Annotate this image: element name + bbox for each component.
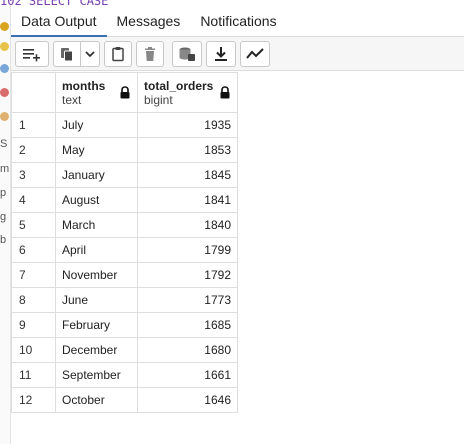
tab-data-output[interactable]: Data Output	[11, 13, 107, 37]
table-row[interactable]: 8 June 1773	[11, 287, 238, 313]
row-number-cell[interactable]: 9	[11, 312, 56, 338]
row-number-cell[interactable]: 7	[11, 262, 56, 288]
background-letter-4: b	[0, 234, 7, 246]
copy-button-group	[53, 40, 100, 67]
total-orders-cell[interactable]: 1841	[137, 187, 238, 213]
row-number-cell[interactable]: 10	[11, 337, 56, 363]
column-type: bigint	[144, 92, 173, 107]
background-link-icon	[0, 64, 9, 73]
background-func-icon	[0, 112, 9, 121]
total-orders-cell[interactable]: 1773	[137, 287, 238, 313]
paste-button[interactable]	[104, 40, 132, 67]
graph-visualiser-button[interactable]	[240, 40, 270, 67]
results-table: months text total_orders bigint 1 July 1…	[11, 72, 238, 413]
add-row-button[interactable]	[15, 40, 49, 67]
background-letter-0: S	[0, 138, 8, 150]
column-header-months[interactable]: months text	[55, 72, 138, 113]
months-cell[interactable]: March	[55, 212, 138, 238]
background-letter-2: p	[0, 187, 7, 199]
total-orders-cell[interactable]: 1840	[137, 212, 238, 238]
results-table-body: 1 July 1935 2 May 1853 3 January 1845 4 August 1841…	[11, 112, 238, 413]
months-cell[interactable]: February	[55, 312, 138, 338]
lock-icon	[220, 86, 230, 99]
table-row[interactable]: 2 May 1853	[11, 137, 238, 163]
row-number-cell[interactable]: 6	[11, 237, 56, 263]
table-row[interactable]: 1 July 1935	[11, 112, 238, 138]
background-table-icon	[0, 88, 9, 97]
table-row[interactable]: 11 September 1661	[11, 362, 238, 388]
background-schema-icon	[0, 42, 9, 51]
row-number-cell[interactable]: 12	[11, 387, 56, 413]
lock-icon	[120, 86, 130, 99]
total-orders-cell[interactable]: 1853	[137, 137, 238, 163]
row-number-cell[interactable]: 5	[11, 212, 56, 238]
download-icon	[215, 46, 227, 61]
add-row-icon	[23, 48, 40, 61]
column-name: months	[62, 78, 106, 93]
table-row[interactable]: 6 April 1799	[11, 237, 238, 263]
copy-icon	[61, 47, 73, 61]
months-cell[interactable]: May	[55, 137, 138, 163]
paste-icon	[112, 46, 124, 61]
column-name: total_orders	[144, 78, 214, 93]
copy-options-dropdown[interactable]	[80, 40, 100, 67]
copy-button[interactable]	[53, 40, 81, 67]
download-button[interactable]	[206, 40, 236, 67]
table-row[interactable]: 7 November 1792	[11, 262, 238, 288]
total-orders-cell[interactable]: 1799	[137, 237, 238, 263]
delete-icon	[145, 46, 155, 61]
save-data-icon	[179, 47, 195, 61]
graph-icon	[246, 47, 264, 59]
dropdown-chevron-icon	[85, 50, 95, 57]
months-cell[interactable]: July	[55, 112, 138, 138]
months-cell[interactable]: December	[55, 337, 138, 363]
row-number-cell[interactable]: 8	[11, 287, 56, 313]
table-row[interactable]: 9 February 1685	[11, 312, 238, 338]
row-number-cell[interactable]: 4	[11, 187, 56, 213]
table-row[interactable]: 5 March 1840	[11, 212, 238, 238]
column-type: text	[62, 92, 82, 107]
tab-notifications[interactable]: Notifications	[190, 13, 286, 36]
background-letter-1: m	[0, 163, 10, 175]
results-panel: Data Output Messages Notifications month…	[10, 5, 464, 444]
total-orders-cell[interactable]: 1646	[137, 387, 238, 413]
results-grid: months text total_orders bigint 1 July 1…	[11, 72, 238, 413]
months-cell[interactable]: September	[55, 362, 138, 388]
delete-button[interactable]	[136, 40, 164, 67]
save-data-button[interactable]	[172, 40, 202, 67]
results-tabs: Data Output Messages Notifications	[11, 5, 464, 37]
total-orders-cell[interactable]: 1845	[137, 162, 238, 188]
total-orders-cell[interactable]: 1680	[137, 337, 238, 363]
table-row[interactable]: 3 January 1845	[11, 162, 238, 188]
background-db-icon	[0, 22, 9, 31]
table-row[interactable]: 12 October 1646	[11, 387, 238, 413]
months-cell[interactable]: August	[55, 187, 138, 213]
row-number-cell[interactable]: 2	[11, 137, 56, 163]
total-orders-cell[interactable]: 1935	[137, 112, 238, 138]
total-orders-cell[interactable]: 1685	[137, 312, 238, 338]
months-cell[interactable]: January	[55, 162, 138, 188]
row-number-cell[interactable]: 11	[11, 362, 56, 388]
tab-messages[interactable]: Messages	[107, 13, 191, 36]
column-header-total-orders[interactable]: total_orders bigint	[137, 72, 238, 113]
table-row[interactable]: 10 December 1680	[11, 337, 238, 363]
total-orders-cell[interactable]: 1792	[137, 262, 238, 288]
grid-corner-cell[interactable]	[11, 72, 56, 113]
table-row[interactable]: 4 August 1841	[11, 187, 238, 213]
row-number-cell[interactable]: 1	[11, 112, 56, 138]
months-cell[interactable]: October	[55, 387, 138, 413]
months-cell[interactable]: November	[55, 262, 138, 288]
months-cell[interactable]: April	[55, 237, 138, 263]
months-cell[interactable]: June	[55, 287, 138, 313]
background-letter-3: g	[0, 211, 7, 223]
row-number-cell[interactable]: 3	[11, 162, 56, 188]
total-orders-cell[interactable]: 1661	[137, 362, 238, 388]
results-toolbar	[11, 37, 464, 71]
